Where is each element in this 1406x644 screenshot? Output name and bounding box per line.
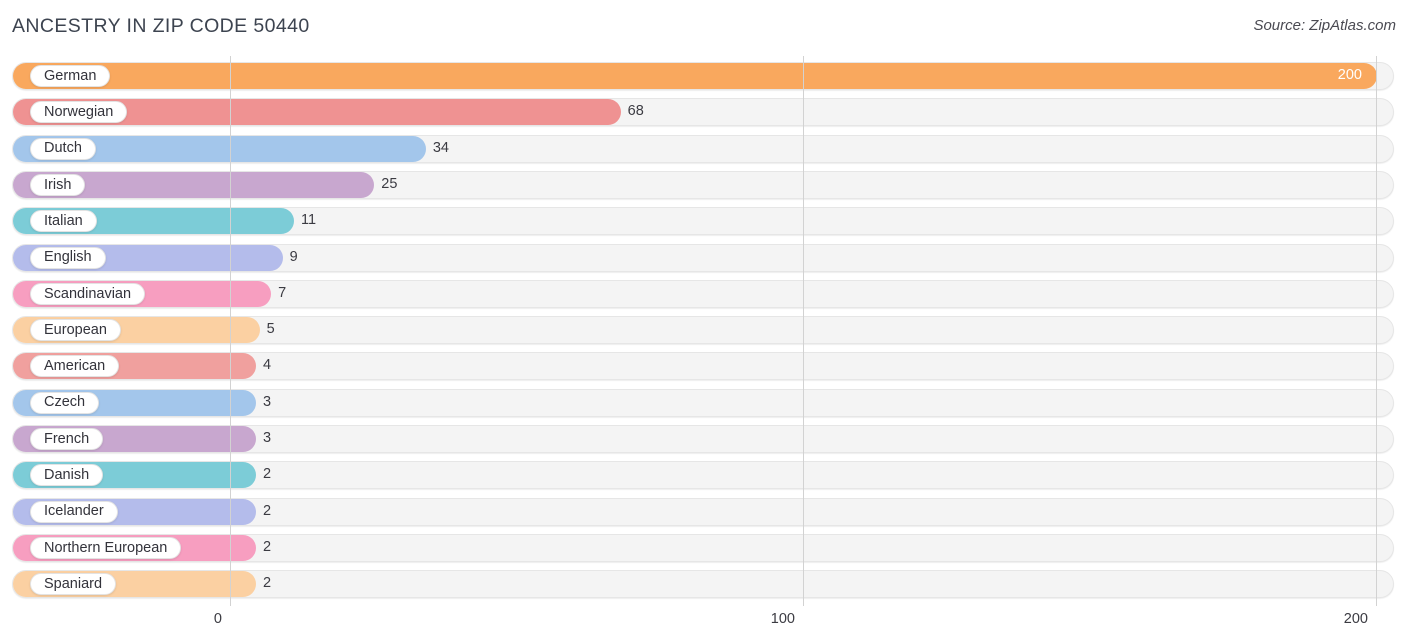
- bar-row[interactable]: Italian 11: [12, 207, 1394, 236]
- category-label-pill: French: [30, 428, 104, 450]
- value-bar[interactable]: [13, 63, 1377, 89]
- bar-value-label: 34: [432, 139, 449, 156]
- category-label-pill: Scandinavian: [30, 282, 146, 305]
- bar-row[interactable]: Czech 3: [12, 388, 1394, 417]
- bar-row[interactable]: French 3: [12, 425, 1394, 453]
- x-axis: 0 100 200: [0, 606, 1406, 644]
- bar-row[interactable]: Spaniard 2: [12, 570, 1394, 599]
- bar-value-label: 4: [263, 357, 272, 374]
- bar-value-label: 11: [301, 212, 317, 229]
- bar-row[interactable]: Dutch 34: [12, 134, 1394, 163]
- category-label: Scandinavian: [44, 285, 132, 302]
- x-axis-tick-label: 0: [213, 611, 222, 627]
- bar-value-label: 2: [263, 575, 272, 592]
- category-label: Danish: [44, 467, 90, 484]
- category-label-pill: Norwegian: [30, 101, 128, 124]
- category-label-pill: English: [30, 246, 106, 269]
- bar-row[interactable]: Scandinavian 7: [12, 279, 1394, 308]
- category-label: English: [44, 249, 92, 266]
- bar-value-label: 9: [289, 248, 298, 265]
- page-title: ANCESTRY IN ZIP CODE 50440: [12, 15, 310, 37]
- category-label-pill: Dutch: [30, 137, 96, 160]
- category-label-pill: German: [30, 65, 111, 87]
- chart-header: ANCESTRY IN ZIP CODE 50440 Source: ZipAt…: [0, 0, 1406, 56]
- category-label-pill: Spaniard: [30, 573, 117, 596]
- bar-row[interactable]: Irish 25: [12, 170, 1394, 199]
- category-label-pill: Italian: [30, 210, 97, 233]
- x-axis-tick-label: 100: [770, 611, 795, 627]
- bar-row[interactable]: European 5: [12, 316, 1394, 345]
- bar-value-label: 68: [627, 103, 644, 120]
- category-label-pill: European: [30, 319, 121, 342]
- category-label: European: [44, 321, 107, 338]
- bar-value-label: 2: [263, 466, 272, 483]
- category-label: German: [44, 67, 97, 84]
- category-label-pill: Danish: [30, 464, 104, 487]
- bar-row[interactable]: English 9: [12, 243, 1394, 272]
- bar-value-label: 7: [278, 284, 287, 301]
- category-label: Norwegian: [44, 104, 114, 121]
- bar-value-label: 2: [263, 502, 272, 519]
- category-label-pill: Icelander: [30, 500, 118, 523]
- category-label: Spaniard: [44, 575, 103, 592]
- bar-value-label: 5: [266, 321, 275, 338]
- bar-value-label: 3: [263, 393, 272, 410]
- category-label: Dutch: [44, 140, 82, 157]
- category-label-pill: American: [30, 355, 120, 378]
- category-label: Northern European: [44, 539, 168, 556]
- category-label: French: [44, 430, 90, 447]
- category-label: Icelander: [44, 503, 104, 520]
- bar-value-label: 25: [381, 175, 398, 192]
- category-label: Irish: [44, 176, 72, 193]
- bar-value-label: 2: [263, 538, 272, 555]
- bar-row[interactable]: Northern European 2: [12, 533, 1394, 562]
- bar-row[interactable]: Norwegian 68: [12, 98, 1394, 127]
- category-label-pill: Irish: [30, 173, 86, 196]
- chart-plot-area: German 200 Norwegian 68 Dutch 34 Irish 25 Italia…: [0, 56, 1406, 606]
- x-axis-tick-label: 200: [1343, 611, 1368, 627]
- source-attribution: Source: ZipAtlas.com: [1253, 17, 1396, 34]
- category-label: American: [44, 358, 106, 375]
- bar-row[interactable]: Danish 2: [12, 461, 1394, 490]
- bar-row[interactable]: Icelander 2: [12, 497, 1394, 526]
- category-label: Czech: [44, 394, 86, 411]
- bar-row[interactable]: American 4: [12, 352, 1394, 381]
- bar-value-label: 200: [1337, 67, 1362, 83]
- category-label-pill: Czech: [30, 391, 100, 414]
- category-label-pill: Northern European: [30, 536, 182, 559]
- bar-rows: German 200 Norwegian 68 Dutch 34 Irish 25 Italia…: [0, 56, 1406, 606]
- bar-row[interactable]: German 200: [12, 62, 1394, 90]
- bar-value-label: 3: [263, 430, 272, 446]
- category-label: Italian: [44, 212, 83, 229]
